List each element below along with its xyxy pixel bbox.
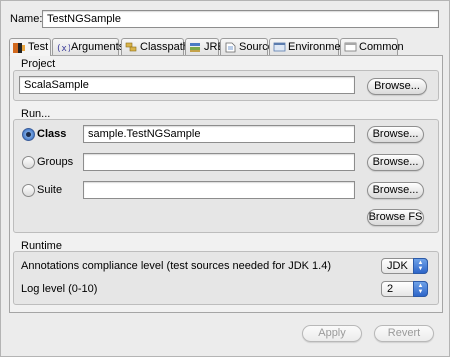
updown-arrows-icon: ▲ ▼ — [413, 258, 428, 274]
compliance-label: Annotations compliance level (test sourc… — [21, 260, 331, 272]
classpath-icon — [125, 41, 138, 53]
log-level-value: 2 — [387, 283, 394, 295]
arguments-icon: (x)= — [56, 41, 78, 54]
tab-common[interactable]: Common — [340, 38, 404, 55]
class-label: Class — [37, 128, 67, 140]
name-input[interactable]: TestNGSample — [42, 10, 439, 28]
tab-label: Common — [359, 40, 404, 53]
suite-input[interactable] — [83, 181, 355, 199]
groups-label: Groups — [37, 156, 74, 168]
suite-radio[interactable] — [22, 184, 35, 197]
source-icon — [224, 41, 237, 53]
svg-text:(x)=: (x)= — [56, 44, 70, 53]
jre-icon — [189, 41, 202, 53]
project-input[interactable]: ScalaSample — [19, 76, 355, 94]
groups-input[interactable] — [83, 153, 355, 171]
log-level-select[interactable]: 2 ▲ ▼ — [381, 281, 428, 297]
tab-arguments[interactable]: (x)= Arguments — [52, 38, 124, 55]
name-label: Name: — [10, 13, 43, 25]
class-input[interactable]: sample.TestNGSample — [83, 125, 355, 143]
compliance-select[interactable]: JDK ▲ ▼ — [381, 258, 428, 274]
apply-button[interactable]: Apply — [302, 325, 362, 342]
groups-radio[interactable] — [22, 156, 35, 169]
tab-environment[interactable]: Environment — [269, 38, 350, 55]
updown-arrows-icon: ▲ ▼ — [413, 281, 428, 297]
tab-label: Arguments — [71, 40, 125, 53]
tab-source[interactable]: Source — [220, 38, 274, 55]
testng-icon — [13, 42, 26, 54]
suite-label: Suite — [37, 184, 63, 196]
groups-browse-button[interactable]: Browse... — [367, 154, 424, 171]
log-level-label: Log level (0-10) — [21, 283, 98, 295]
project-browse-button[interactable]: Browse... — [367, 78, 427, 95]
tab-classpath[interactable]: Classpath — [121, 38, 189, 55]
revert-button[interactable]: Revert — [374, 325, 434, 342]
browse-fs-button[interactable]: Browse FS — [367, 209, 424, 226]
class-radio[interactable] — [22, 128, 35, 141]
tab-label: Classpath — [140, 40, 189, 53]
compliance-value: JDK — [387, 260, 408, 272]
environment-icon — [273, 41, 286, 53]
tab-label: Test — [28, 41, 49, 53]
tab-jre[interactable]: JRE — [185, 38, 225, 55]
suite-browse-button[interactable]: Browse... — [367, 182, 424, 199]
class-browse-button[interactable]: Browse... — [367, 126, 424, 143]
common-icon — [344, 41, 357, 53]
tab-test[interactable]: Test — [9, 38, 51, 56]
